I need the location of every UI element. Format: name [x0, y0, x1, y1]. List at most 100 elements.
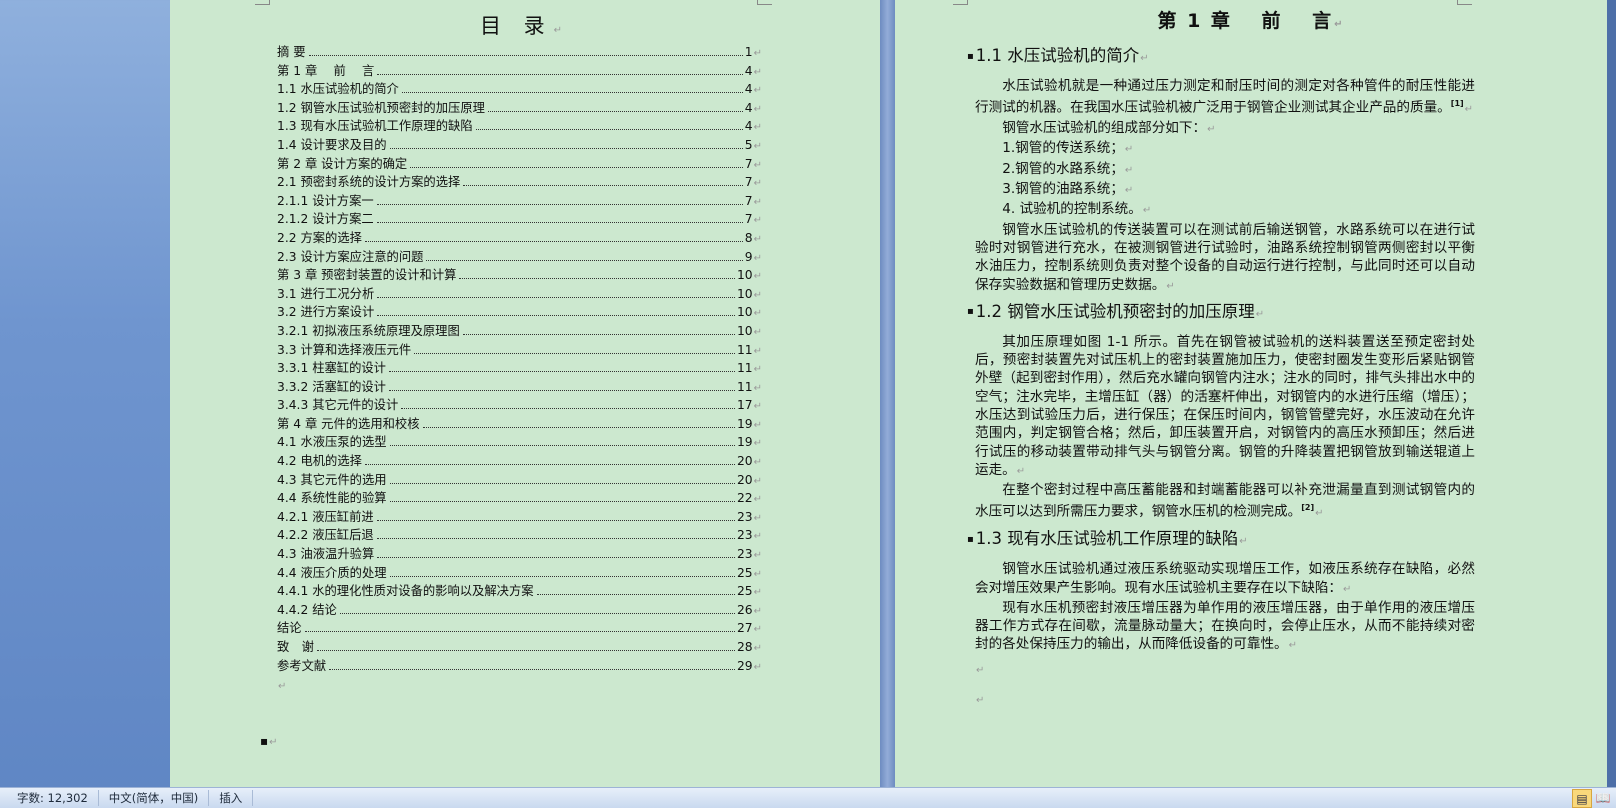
toc-entry-page: 10 — [736, 286, 753, 301]
section-heading: ▪ 1.3 现有水压试验机工作原理的缺陷↵ — [967, 529, 1248, 549]
paragraph-mark: ↵ — [753, 122, 762, 134]
paragraph-mark: ↵ — [753, 289, 762, 301]
toc-entry[interactable]: 2.1 预密封系统的设计方案的选择 7 ↵ — [277, 172, 762, 191]
toc-leader-dots — [410, 166, 743, 168]
print-layout-view-icon[interactable]: ▤ — [1572, 789, 1592, 808]
toc-entry[interactable]: 2.2 方案的选择 8 ↵ — [277, 228, 762, 247]
toc-entry-label: 第 1 章 前 言 — [277, 63, 375, 78]
toc-entry[interactable]: 4.4 液压介质的处理 25 ↵ — [277, 563, 762, 582]
page-chapter-1[interactable]: 第 1 章 前 言↵ ▪ 1.1 水压试验机的简介↵ 水压试验机就是一种通过压力测… — [895, 0, 1607, 787]
paragraph-mark: ↵ — [278, 681, 287, 692]
toc-leader-dots — [536, 594, 735, 596]
toc-leader-dots — [388, 371, 735, 373]
toc-entry[interactable]: 第 3 章 预密封装置的设计和计算 10 ↵ — [277, 265, 762, 284]
toc-entry[interactable]: 2.3 设计方案应注意的问题 9 ↵ — [277, 247, 762, 266]
toc-entry[interactable]: 4.4 系统性能的验算 22 ↵ — [277, 488, 762, 507]
toc-entry-label: 3.2.1 初拟液压系统原理及原理图 — [277, 323, 460, 338]
toc-entry[interactable]: 3.1 进行工况分析 10 ↵ — [277, 284, 762, 303]
toc-entry[interactable]: 4.2 电机的选择 20 ↵ — [277, 451, 762, 470]
toc-entry[interactable]: 1.4 设计要求及目的 5 ↵ — [277, 135, 762, 154]
paragraph-mark: ↵ — [976, 695, 985, 707]
toc-entry-label: 结论 — [277, 621, 302, 636]
toc-entry[interactable]: 参考文献 29 ↵ — [277, 656, 762, 675]
toc-entry-label: 1.3 现有水压试验机工作原理的缺陷 — [277, 119, 473, 134]
language-indicator[interactable]: 中文(简体，中国) — [99, 790, 210, 806]
toc-entry-label: 4.2.1 液压缸前进 — [277, 509, 374, 524]
toc-entry-label: 3.2 进行方案设计 — [277, 305, 375, 320]
toc-entry[interactable]: 4.4.2 结论 26 ↵ — [277, 600, 762, 619]
toc-entry-page: 9 — [744, 249, 753, 264]
insert-mode-indicator[interactable]: 插入 — [209, 790, 254, 806]
toc-entry[interactable]: 4.2.2 液压缸后退 23 ↵ — [277, 525, 762, 544]
toc-entry-label: 4.4.2 结论 — [277, 602, 337, 617]
paragraph-mark: ↵ — [753, 643, 762, 654]
toc-entry[interactable]: 3.4.3 其它元件的设计 17 ↵ — [277, 395, 762, 414]
paragraph-mark: ↵ — [753, 215, 762, 227]
toc-leader-dots — [364, 464, 735, 466]
toc-entry-page: 10 — [736, 305, 753, 320]
toc-entry[interactable]: 3.3 计算和选择液压元件 11 ↵ — [277, 340, 762, 359]
toc-entry[interactable]: 致 谢 28 ↵ — [277, 637, 762, 656]
toc-entry-label: 2.1.1 设计方案一 — [277, 193, 374, 208]
list-item: 3.钢管的油路系统；↵ — [1002, 181, 1134, 198]
toc-entry[interactable]: 1.3 现有水压试验机工作原理的缺陷 4 ↵ — [277, 116, 762, 135]
toc-entry[interactable]: 4.3 油液温升验算 23 ↵ — [277, 544, 762, 563]
toc-entry[interactable]: 3.3.1 柱塞缸的设计 11 ↵ — [277, 358, 762, 377]
toc-entry-page: 23 — [736, 547, 753, 562]
toc-entry[interactable]: 4.2.1 液压缸前进 23 ↵ — [277, 507, 762, 526]
toc-entry-page: 5 — [744, 137, 753, 152]
paragraph-mark: ▪↵ — [260, 734, 278, 748]
toc-entry[interactable]: 1.1 水压试验机的简介 4 ↵ — [277, 79, 762, 98]
paragraph-mark: ↵ — [753, 512, 762, 524]
toc-entry-label: 第 2 章 设计方案的确定 — [277, 156, 408, 171]
window-edge — [1607, 0, 1616, 787]
toc-entry-page: 4 — [744, 100, 753, 115]
paragraph: 钢管水压试验机的组成部分如下：↵ — [1002, 120, 1216, 137]
toc-entry[interactable]: 2.1.2 设计方案二 7 ↵ — [277, 209, 762, 228]
toc-entry[interactable]: 1.2 钢管水压试验机预密封的加压原理 4 ↵ — [277, 98, 762, 117]
toc-entry-page: 10 — [736, 268, 753, 283]
paragraph-mark: ↵ — [753, 345, 762, 357]
toc-entry-label: 4.3 其它元件的选用 — [277, 472, 387, 487]
paragraph-mark: ↵ — [753, 568, 762, 580]
status-bar: 字数: 12,302 中文(简体，中国) 插入 ▤ 📖 — [0, 787, 1616, 808]
toc-entry[interactable]: 结论 27 ↵ — [277, 618, 762, 637]
reading-layout-view-icon[interactable]: 📖 — [1594, 789, 1612, 806]
toc-entry-page: 19 — [736, 416, 753, 431]
toc-leader-dots — [339, 612, 735, 614]
toc-entry[interactable]: 3.2.1 初拟液压系统原理及原理图 10 ↵ — [277, 321, 762, 340]
toc-leader-dots — [389, 501, 735, 503]
toc-entry-page: 4 — [744, 119, 753, 134]
toc-entry-page: 4 — [744, 82, 753, 97]
paragraph-mark: ↵ — [753, 438, 762, 450]
page-toc[interactable]: 目 录↵ 摘 要 1 ↵ 第 1 章 前 言 4 ↵ 1.1 水压试验机的简介 4 ↵ 1.2 钢… — [170, 0, 880, 787]
toc-entry-page: 1 — [744, 45, 753, 59]
toc-entry-page: 7 — [744, 175, 753, 190]
toc-leader-dots — [426, 259, 743, 261]
toc-entry-label: 2.1 预密封系统的设计方案的选择 — [277, 175, 461, 190]
toc-entry[interactable]: 第 4 章 元件的选用和校核 19 ↵ — [277, 414, 762, 433]
paragraph-mark: ↵ — [753, 531, 762, 543]
toc-leader-dots — [388, 389, 735, 391]
paragraph-mark: ↵ — [753, 85, 762, 97]
toc-leader-dots — [389, 575, 735, 577]
toc-entry[interactable]: 第 1 章 前 言 4 ↵ — [277, 61, 762, 80]
toc-entry[interactable]: 第 2 章 设计方案的确定 7 ↵ — [277, 154, 762, 173]
toc-leader-dots — [316, 650, 735, 651]
toc-entry-label: 第 4 章 元件的选用和校核 — [277, 416, 420, 431]
toc-entry-label: 3.1 进行工况分析 — [277, 286, 375, 301]
document-body[interactable]: ▪ 1.1 水压试验机的简介↵ 水压试验机就是一种通过压力测定和耐压时间的测定对各… — [967, 42, 1475, 710]
toc-entry[interactable]: 2.1.1 设计方案一 7 ↵ — [277, 191, 762, 210]
toc-entry-page: 10 — [736, 323, 753, 338]
toc-entry-label: 第 3 章 预密封装置的设计和计算 — [277, 268, 457, 283]
toc-entry[interactable]: 4.3 其它元件的选用 20 ↵ — [277, 470, 762, 489]
toc-entry[interactable]: 4.1 水液压泵的选型 19 ↵ — [277, 432, 762, 451]
toc-entry[interactable]: 3.3.2 活塞缸的设计 11 ↵ — [277, 377, 762, 396]
toc-entry-label: 3.3.2 活塞缸的设计 — [277, 379, 386, 394]
toc-entry[interactable]: 摘 要 1 ↵ — [277, 42, 762, 61]
toc-entry[interactable]: 3.2 进行方案设计 10 ↵ — [277, 302, 762, 321]
word-count[interactable]: 字数: 12,302 — [0, 790, 99, 806]
toc-entry[interactable]: 4.4.1 水的理化性质对设备的影响以及解决方案 25 ↵ — [277, 581, 762, 600]
toc-entry-page: 11 — [736, 379, 753, 394]
toc-entry-label: 2.2 方案的选择 — [277, 230, 362, 245]
